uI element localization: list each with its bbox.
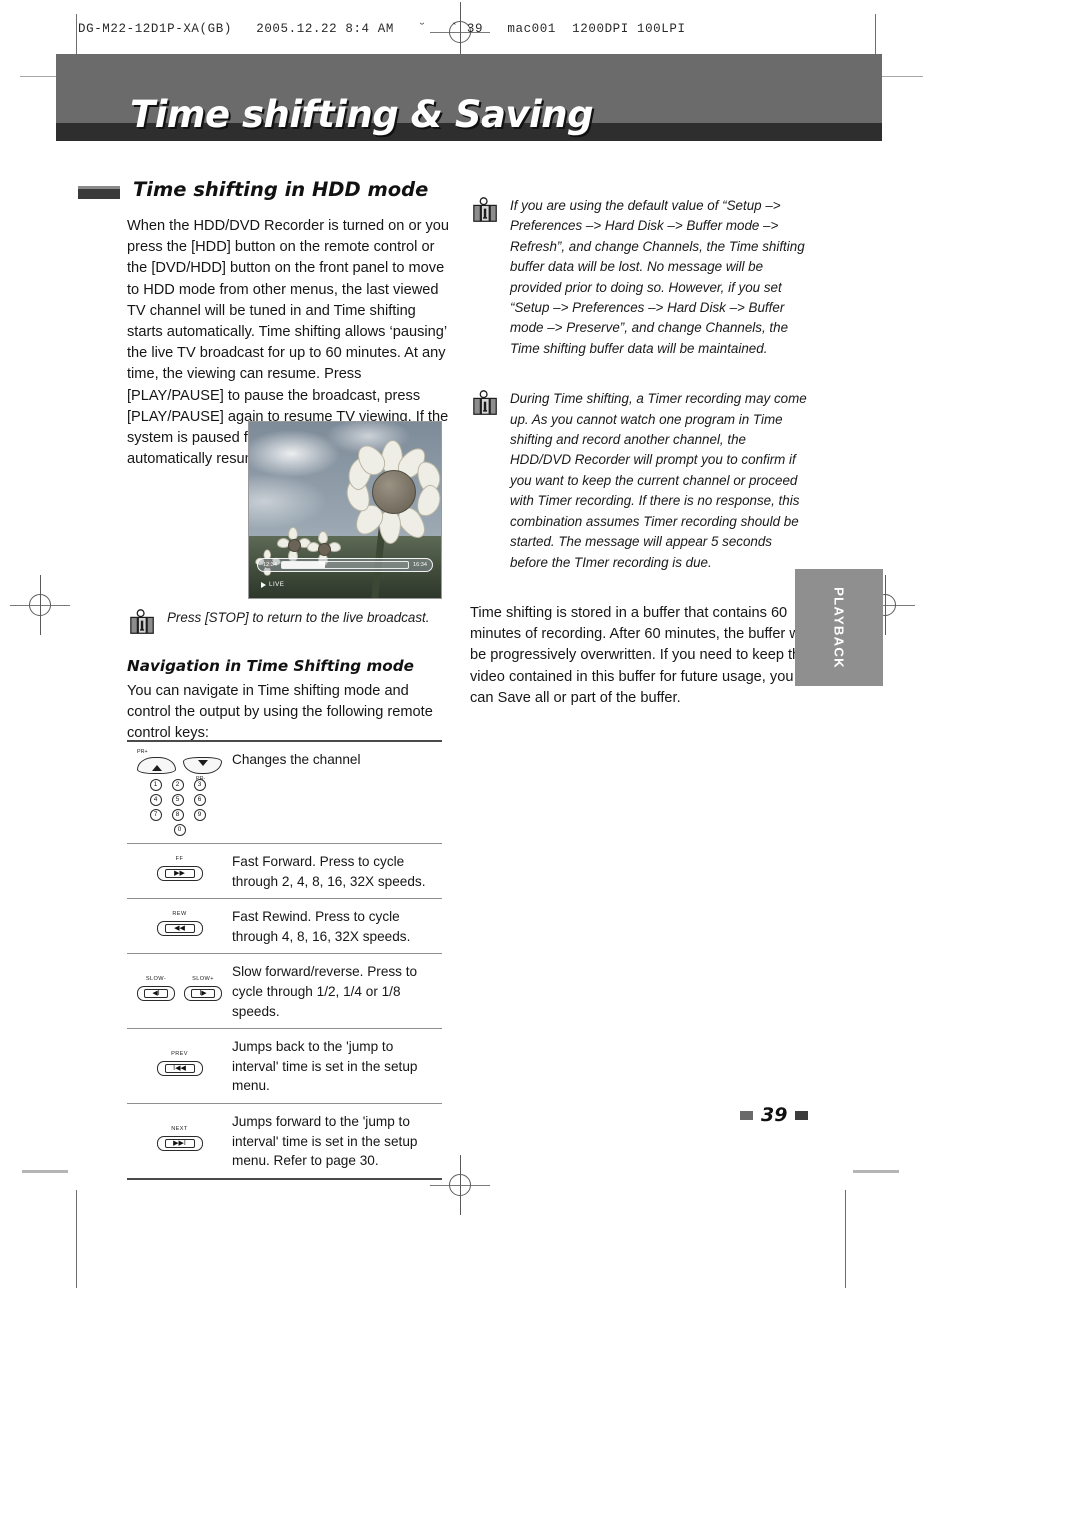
table-row: PREV Ι◀◀ Jumps back to the 'jump to inte… (127, 1029, 442, 1104)
sunflower-center (372, 470, 416, 514)
crop-tick-bottom-right (853, 1170, 899, 1173)
next-button-label: NEXT (171, 1125, 188, 1132)
buffer-paragraph: Time shifting is stored in a buffer that… (470, 604, 810, 706)
print-meta-line: DG-M22-12D1P-XA(GB) 2005.12.22 8:4 AM ˘ … (78, 22, 686, 36)
key-description: Jumps forward to the 'jump to interval' … (232, 1113, 418, 1169)
osd-progress-bar[interactable]: 12:34 16:34 (257, 558, 433, 572)
table-row: SLOW- ◀Ι SLOW+ Ι▶ Slow forward/reverse. … (127, 954, 442, 1030)
key-description: Fast Rewind. Press to cycle through 4, 8… (232, 909, 411, 944)
num-key-zero[interactable]: 0 (173, 824, 186, 836)
slow-minus-button[interactable]: ◀Ι (137, 986, 175, 1002)
key-description: Changes the channel (232, 752, 361, 767)
remote-key-table: PR+ PR- 1 2 3 4 5 6 7 8 9 0 Changes the … (127, 740, 442, 1180)
rewind-button-icon: REW ◀◀ (127, 905, 232, 946)
slow-plus-button[interactable]: Ι▶ (184, 986, 222, 1002)
num-key[interactable]: 1 (149, 779, 162, 791)
caption-note-text: Press [STOP] to return to the live broad… (167, 610, 430, 625)
num-key[interactable]: 8 (171, 809, 184, 821)
table-row: REW ◀◀ Fast Rewind. Press to cycle throu… (127, 899, 442, 955)
num-key[interactable]: 5 (171, 794, 184, 806)
next-button-icon: NEXT ▶▶Ι (127, 1110, 232, 1171)
play-triangle-icon (261, 581, 266, 588)
osd-live-indicator: LIVE (261, 581, 284, 588)
numeric-keypad-icon[interactable]: 1 2 3 4 5 6 7 8 9 (149, 779, 210, 821)
key-description: Jumps back to the 'jump to interval' tim… (232, 1039, 418, 1094)
playback-side-tab-label: PLAYBACK (831, 586, 847, 669)
num-key[interactable]: 2 (171, 779, 184, 791)
pr-down-rocker-icon[interactable]: PR- (183, 757, 222, 782)
info-note-icon (130, 609, 154, 634)
section-title: Time shifting in HDD mode (133, 178, 429, 201)
slow-plus-glyph: Ι▶ (199, 990, 207, 998)
crop-rule-bottom-right (845, 1190, 846, 1288)
fast-forward-button-icon: FF ▶▶ (127, 850, 232, 891)
prev-glyph: Ι◀◀ (173, 1065, 186, 1073)
rew-button[interactable]: ◀◀ (156, 921, 203, 937)
note-timer-recording-text: During Time shifting, a Timer recording … (510, 391, 807, 570)
page-number: 39 (740, 1104, 809, 1126)
prev-button-label: PREV (171, 1051, 188, 1058)
pr-down-label: PR- (196, 776, 206, 782)
tv-screenshot-image: 12:34 16:34 LIVE (248, 421, 442, 599)
right-column: If you are using the default value of “S… (470, 196, 810, 709)
slow-minus-glyph: ◀Ι (152, 990, 160, 998)
ff-glyph: ▶▶ (174, 870, 185, 878)
navigation-paragraph-wrap: You can navigate in Time shifting mode a… (127, 681, 452, 745)
crop-tick-bottom-left (22, 1170, 68, 1173)
note-buffer-mode: If you are using the default value of “S… (470, 196, 810, 359)
registration-mark-left (10, 575, 70, 635)
osd-track[interactable] (281, 561, 409, 569)
page-number-right-mark (795, 1110, 809, 1120)
page-number-left-mark (740, 1110, 753, 1120)
page-number-value: 39 (761, 1104, 788, 1126)
crop-rule-bottom-left (76, 1190, 77, 1288)
note-timer-recording: During Time shifting, a Timer recording … (470, 389, 810, 573)
pr-up-label: PR+ (137, 749, 148, 755)
rew-button-label: REW (172, 911, 187, 918)
osd-fill (282, 562, 325, 568)
channel-keys-icon: PR+ PR- 1 2 3 4 5 6 7 8 9 0 (127, 748, 232, 836)
osd-live-label: LIVE (269, 581, 285, 588)
table-row: NEXT ▶▶Ι Jumps forward to the 'jump to i… (127, 1104, 442, 1180)
key-description: Fast Forward. Press to cycle through 2, … (232, 854, 426, 889)
num-key[interactable]: 6 (193, 794, 206, 806)
slow-plus-label: SLOW+ (192, 976, 214, 983)
table-row: FF ▶▶ Fast Forward. Press to cycle throu… (127, 844, 442, 900)
prev-button[interactable]: Ι◀◀ (156, 1061, 203, 1077)
key-description: Slow forward/reverse. Press to cycle thr… (232, 964, 418, 1019)
pr-up-rocker-icon[interactable]: PR+ (137, 749, 176, 774)
osd-time-start: 12:34 (263, 562, 277, 568)
num-key[interactable]: 7 (149, 809, 162, 821)
osd-time-end: 16:34 (413, 562, 427, 568)
next-glyph: ▶▶Ι (173, 1139, 186, 1147)
navigation-paragraph: You can navigate in Time shifting mode a… (127, 683, 433, 742)
num-key[interactable]: 9 (193, 809, 206, 821)
navigation-heading: Navigation in Time Shifting mode (127, 657, 414, 675)
document-page: DG-M22-12D1P-XA(GB) 2005.12.22 8:4 AM ˘ … (0, 0, 1080, 1528)
ff-button[interactable]: ▶▶ (156, 866, 203, 882)
slow-minus-label: SLOW- (145, 976, 167, 983)
playback-side-tab: PLAYBACK (795, 569, 883, 686)
next-button[interactable]: ▶▶Ι (156, 1135, 203, 1151)
ff-button-label: FF (175, 856, 184, 863)
note-buffer-mode-text: If you are using the default value of “S… (510, 198, 805, 356)
info-note-icon (473, 390, 497, 416)
sunflower-small-1 (277, 527, 311, 562)
num-key[interactable]: 4 (149, 794, 162, 806)
table-row: PR+ PR- 1 2 3 4 5 6 7 8 9 0 Changes the … (127, 742, 442, 844)
chapter-title: Time shifting & Saving (130, 93, 594, 136)
prev-button-icon: PREV Ι◀◀ (127, 1035, 232, 1096)
rew-glyph: ◀◀ (174, 925, 185, 933)
slow-buttons-icon: SLOW- ◀Ι SLOW+ Ι▶ (127, 960, 232, 1021)
info-note-icon (473, 197, 497, 222)
section-bullet-icon (78, 186, 120, 199)
sunflower-large (343, 439, 441, 545)
caption-note: Press [STOP] to return to the live broad… (127, 608, 457, 634)
